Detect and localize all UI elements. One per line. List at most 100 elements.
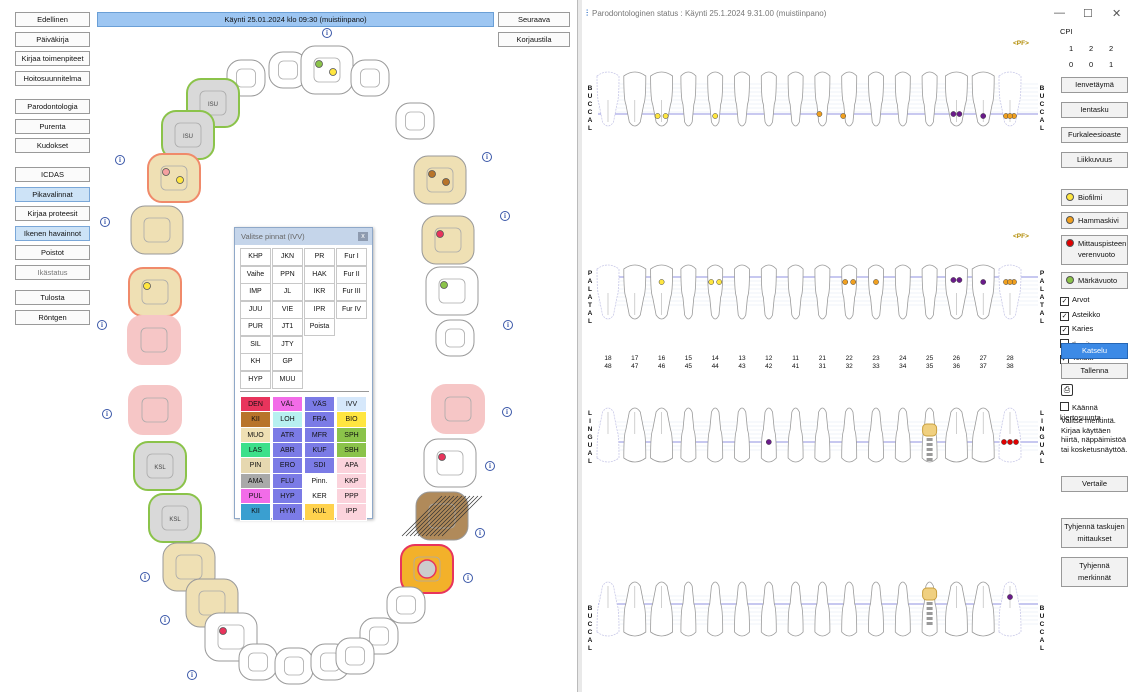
mode-button-2[interactable]: Furkaleesioaste — [1061, 127, 1128, 143]
tooth-number-lower[interactable]: 34 — [896, 362, 910, 371]
tooth-outline[interactable] — [760, 71, 777, 127]
tooth-outline[interactable] — [998, 407, 1022, 463]
mode-button-1[interactable]: Ientasku — [1061, 102, 1128, 118]
tooth-outline[interactable] — [971, 264, 995, 320]
tooth-outline[interactable] — [921, 264, 938, 320]
tooth[interactable] — [335, 637, 375, 675]
tooth-outline[interactable] — [944, 71, 968, 127]
tooth-outline[interactable] — [734, 581, 750, 637]
tooth[interactable]: KSL — [148, 493, 202, 543]
tooth-outline[interactable] — [707, 581, 724, 637]
checkbox-asteikko[interactable]: ✓ Asteikko — [1060, 310, 1100, 321]
legend-hammaskivi[interactable]: Hammaskivi — [1061, 212, 1128, 229]
tooth[interactable] — [400, 544, 454, 594]
surface-option[interactable]: JL — [272, 283, 303, 301]
info-icon[interactable]: i — [187, 670, 197, 680]
info-icon[interactable]: i — [502, 407, 512, 417]
tooth-outline[interactable] — [921, 71, 938, 127]
tooth[interactable] — [274, 647, 314, 685]
tooth[interactable] — [413, 155, 467, 205]
tooth-outline[interactable] — [787, 407, 804, 463]
tooth-number-lower[interactable]: 45 — [681, 362, 695, 371]
surface-option[interactable]: PR — [304, 248, 335, 266]
info-icon[interactable]: i — [97, 320, 107, 330]
maximize-icon[interactable]: ☐ — [1083, 7, 1093, 20]
tooth-outline[interactable] — [760, 264, 777, 320]
surface-option[interactable]: SIL — [240, 335, 271, 354]
surface-option[interactable]: Fur III — [336, 283, 367, 301]
tooth[interactable] — [431, 384, 485, 434]
mode-button-3[interactable]: Liikkuvuus — [1061, 152, 1128, 168]
printer-icon[interactable]: ⎙ — [1061, 384, 1073, 396]
info-icon[interactable]: i — [115, 155, 125, 165]
tooth[interactable] — [300, 45, 354, 95]
finding-code[interactable]: IPP — [336, 503, 367, 522]
view-button[interactable]: Katselu — [1061, 343, 1128, 359]
surface-option[interactable]: MUU — [272, 370, 303, 389]
tooth[interactable] — [401, 491, 483, 541]
tooth[interactable]: ISU — [161, 110, 215, 160]
surface-option[interactable]: Fur II — [336, 265, 367, 284]
tooth-outline[interactable] — [650, 264, 674, 320]
checkbox-arvot[interactable]: ✓ Arvot — [1060, 295, 1090, 306]
info-icon[interactable]: i — [100, 217, 110, 227]
surface-option[interactable]: KHP — [240, 248, 271, 266]
surface-option[interactable]: IMP — [240, 283, 271, 301]
tooth-outline[interactable] — [760, 407, 777, 463]
tooth-number-lower[interactable]: 32 — [842, 362, 856, 371]
surface-option[interactable]: HYP — [240, 370, 271, 389]
tooth-outline[interactable] — [650, 581, 674, 637]
tooth-outline[interactable] — [596, 581, 620, 637]
info-icon[interactable]: i — [322, 28, 332, 38]
tooth-outline[interactable] — [944, 581, 968, 637]
tooth-outline[interactable] — [787, 264, 804, 320]
surface-option[interactable]: PPN — [272, 265, 303, 284]
surface-option[interactable]: PUR — [240, 318, 271, 336]
compare-button[interactable]: Vertaile — [1061, 476, 1128, 492]
legend-mittauspisteen-verenvuoto[interactable]: Mittauspisteen verenvuoto — [1061, 235, 1128, 265]
surface-option[interactable]: JT1 — [272, 318, 303, 336]
tooth-number-lower[interactable]: 42 — [762, 362, 776, 371]
checkbox-box[interactable]: ✓ — [1060, 311, 1069, 321]
tooth-number-lower[interactable]: 35 — [923, 362, 937, 371]
tooth-outline[interactable] — [971, 581, 995, 637]
tooth-outline[interactable] — [998, 581, 1022, 637]
tooth-outline[interactable] — [680, 407, 697, 463]
finding-code[interactable]: HYM — [272, 503, 303, 522]
info-icon[interactable]: i — [482, 152, 492, 162]
surface-option[interactable]: JUU — [240, 300, 271, 319]
tooth[interactable] — [386, 586, 426, 624]
tooth[interactable] — [425, 266, 479, 316]
tooth-number-lower[interactable]: 41 — [789, 362, 803, 371]
clear-markings-button[interactable]: Tyhjennä merkinnät — [1061, 557, 1128, 587]
tooth-outline[interactable] — [894, 407, 911, 463]
close-icon[interactable]: x — [358, 232, 368, 241]
tooth-outline[interactable] — [868, 407, 884, 463]
tooth[interactable] — [350, 59, 390, 97]
checkbox-box[interactable] — [1060, 402, 1069, 411]
tooth-outline[interactable] — [596, 71, 620, 127]
info-icon[interactable]: i — [463, 573, 473, 583]
tooth-number-lower[interactable]: 33 — [869, 362, 883, 371]
finding-code[interactable]: KUL — [304, 503, 335, 522]
tooth[interactable] — [130, 205, 184, 255]
tooth-outline[interactable] — [623, 71, 647, 127]
tooth-outline[interactable] — [944, 407, 968, 463]
info-icon[interactable]: i — [475, 528, 485, 538]
tooth-outline[interactable] — [760, 581, 777, 637]
tooth-outline[interactable] — [707, 407, 724, 463]
tooth-outline[interactable] — [894, 71, 911, 127]
tooth-outline[interactable] — [868, 581, 884, 637]
legend-märkävuoto[interactable]: Märkävuoto — [1061, 272, 1128, 289]
save-button[interactable]: Tallenna — [1061, 363, 1128, 379]
tooth-number-lower[interactable]: 31 — [815, 362, 829, 371]
surface-option[interactable]: JTY — [272, 335, 303, 354]
tooth-outline[interactable] — [944, 264, 968, 320]
info-icon[interactable]: i — [140, 572, 150, 582]
tooth-outline[interactable] — [814, 407, 831, 463]
tooth-outline[interactable] — [680, 71, 697, 127]
surface-option[interactable]: Vaihe — [240, 265, 271, 284]
tooth-outline[interactable] — [814, 264, 831, 320]
finding-code[interactable]: KII — [240, 503, 271, 522]
surface-option[interactable]: VIE — [272, 300, 303, 319]
